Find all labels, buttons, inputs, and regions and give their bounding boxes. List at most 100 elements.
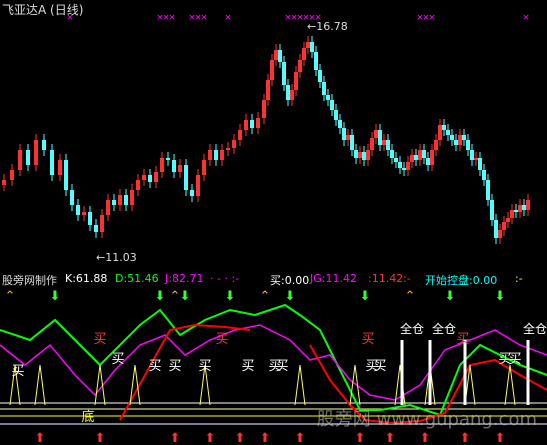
candle-body <box>338 120 342 128</box>
d-value: D:51.46 <box>115 272 159 285</box>
signal-arrow-icon: ⬇ <box>50 289 61 304</box>
candle-body <box>390 150 394 158</box>
bottom-label: 底 <box>81 409 94 425</box>
candle-body <box>446 130 450 135</box>
candle-body <box>354 150 358 158</box>
candle-body <box>522 205 526 210</box>
up-arrow-icon: ⬆ <box>205 431 216 445</box>
candle-body <box>434 140 438 150</box>
j-value: J:82.71 <box>165 272 204 285</box>
candle-body <box>286 85 290 100</box>
sell-marker: × <box>522 13 530 23</box>
candle-body <box>302 48 306 60</box>
candle-body <box>306 42 310 48</box>
candle-body <box>370 138 374 150</box>
candle-body <box>26 150 30 165</box>
up-arrow-icon: ⬆ <box>355 431 366 445</box>
up-arrow-icon: ⬆ <box>235 431 246 445</box>
up-arrow-icon: ⬆ <box>420 431 431 445</box>
candle-body <box>18 150 22 170</box>
candle-body <box>458 135 462 145</box>
buy-signal-label: 买 <box>373 359 386 374</box>
candle-body <box>334 110 338 120</box>
price-panel[interactable]: × × × × × × × × × × × × × × × × × × 飞亚达A (日线) ←16.78 ←11.… <box>0 0 547 270</box>
candle-body <box>282 62 286 85</box>
colon-value: :11.42 <box>368 272 404 285</box>
candle-body <box>76 205 80 215</box>
arrow-left-icon: ← <box>96 251 106 264</box>
candle-body <box>154 172 158 182</box>
candle-body <box>118 195 122 205</box>
candle-body <box>160 158 164 172</box>
candle-body <box>498 230 502 238</box>
candle-body <box>178 165 182 172</box>
jg-value: JG:11.42 <box>310 272 357 285</box>
candlestick-chart[interactable]: × ××× ××× × ×××××× ××× × <box>0 0 547 270</box>
candle-body <box>342 128 346 140</box>
buy-signal-label: 买 <box>508 352 521 367</box>
up-arrow-icon: ⬆ <box>170 431 181 445</box>
buy-signal-label: 买 <box>215 332 228 347</box>
candle-body <box>330 100 334 110</box>
candle-body <box>266 80 270 100</box>
candle-body <box>250 120 254 128</box>
candle-body <box>290 90 294 100</box>
candle-body <box>402 168 406 170</box>
candle-body <box>394 158 398 162</box>
candle-body <box>64 160 68 190</box>
candle-body <box>506 218 510 222</box>
candle-body <box>274 50 278 60</box>
candle-body <box>462 135 466 140</box>
candle-body <box>226 148 230 150</box>
candle-body <box>232 140 236 148</box>
candle-body <box>100 215 104 232</box>
candle-body <box>350 135 354 150</box>
candle-body <box>474 158 478 160</box>
signal-arrow-icon: ⬇ <box>155 289 166 304</box>
candle-body <box>374 130 378 138</box>
candle-body <box>10 170 14 180</box>
candle-body <box>278 50 282 62</box>
sell-marker: × <box>428 13 436 23</box>
candle-body <box>238 130 242 140</box>
buy-signal-label: 买 <box>456 332 469 347</box>
candle-body <box>42 140 46 150</box>
signal-spike <box>294 364 306 406</box>
candle-body <box>518 205 522 212</box>
up-arrow-icon: ⬆ <box>385 431 396 445</box>
low-price-label: ←11.03 <box>96 251 137 264</box>
candle-body <box>124 195 128 205</box>
candle-body <box>220 150 224 160</box>
candle-body <box>442 125 446 130</box>
candle-body <box>454 140 458 145</box>
sell-marker: × <box>200 13 208 23</box>
candle-body <box>314 52 318 70</box>
candle-body <box>244 120 248 130</box>
buy-signal-label: 买 <box>111 352 124 367</box>
candle-body <box>438 125 442 140</box>
candle-body <box>326 95 330 100</box>
k-value: K:61.88 <box>65 272 108 285</box>
buy-signal-label: 买 <box>241 359 254 374</box>
candle-body <box>214 150 218 160</box>
full-position-label: 全仓 <box>432 321 456 336</box>
candle-body <box>414 155 418 160</box>
candle-body <box>410 155 414 162</box>
signal-arrow-icon: ⬇ <box>360 289 371 304</box>
candle-body <box>112 200 116 205</box>
candle-body <box>450 135 454 140</box>
candle-body <box>130 190 134 205</box>
buy-signal-label: 买 <box>275 359 288 374</box>
candle-body <box>148 175 152 182</box>
buy-signal-label: 买 <box>198 359 211 374</box>
candle-body <box>486 180 490 200</box>
candle-body <box>366 150 370 160</box>
candle-body <box>510 210 514 218</box>
candle-body <box>166 158 170 160</box>
candle-body <box>58 160 62 175</box>
up-arrow-icon: ⬆ <box>260 431 271 445</box>
buy-signal-label: 买 <box>361 332 374 347</box>
signal-arrow-icon: ⬇ <box>285 289 296 304</box>
candle-body <box>494 220 498 238</box>
candle-body <box>526 200 530 210</box>
